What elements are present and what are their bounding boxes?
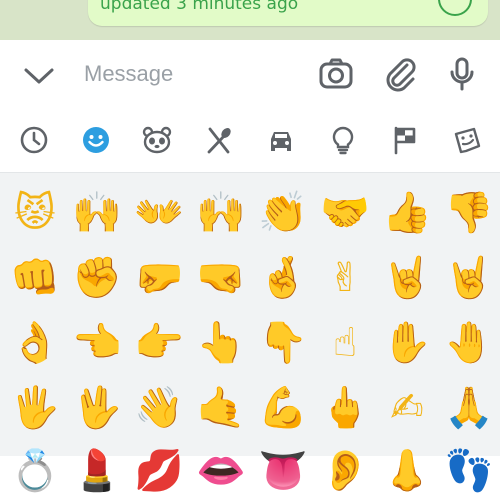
emoji-cell[interactable]: 🙌 — [66, 181, 128, 245]
message-input-bar: Message — [0, 40, 500, 110]
message-status-text: updated 3 minutes ago — [100, 0, 299, 14]
emoji-cell[interactable]: 👇 — [252, 311, 314, 375]
emoji-cell[interactable]: 🤞 — [252, 246, 314, 310]
emoji-cell[interactable]: 🖕 — [314, 376, 376, 440]
emoji-cell[interactable]: 💋 — [128, 439, 190, 503]
emoji-cell[interactable]: 💄 — [66, 439, 128, 503]
emoji-cell[interactable]: 👅 — [252, 439, 314, 503]
fork-spoon-icon[interactable] — [204, 125, 234, 155]
emoji-cell[interactable]: 👏 — [252, 181, 314, 245]
emoji-cell[interactable]: 🤛 — [128, 246, 190, 310]
emoji-cell[interactable]: 👃 — [376, 439, 438, 503]
emoji-cell[interactable]: 👆 — [190, 311, 252, 375]
emoji-cell[interactable]: 👉 — [128, 311, 190, 375]
emoji-cell[interactable]: 🤝 — [314, 181, 376, 245]
chevron-down-icon[interactable] — [22, 62, 56, 88]
emoji-cell[interactable]: 🙏 — [438, 376, 500, 440]
emoji-cell[interactable]: ☝ — [314, 311, 376, 375]
emoji-cell[interactable]: ✍ — [376, 376, 438, 440]
sticker-icon[interactable] — [452, 125, 482, 155]
emoji-cell[interactable]: 👈 — [66, 311, 128, 375]
car-icon[interactable] — [266, 125, 296, 155]
emoji-cell[interactable]: 👄 — [190, 439, 252, 503]
emoji-cell[interactable]: 👍 — [376, 181, 438, 245]
message-input[interactable]: Message — [84, 61, 173, 87]
emoji-cell[interactable]: 👋 — [128, 376, 190, 440]
flag-icon[interactable] — [390, 125, 420, 155]
microphone-icon[interactable] — [444, 56, 480, 92]
emoji-cell[interactable]: 👎 — [438, 181, 500, 245]
emoji-cell[interactable]: 🤘 — [376, 246, 438, 310]
emoji-cell[interactable]: 🤚 — [438, 311, 500, 375]
emoji-cell[interactable]: 🖖 — [66, 376, 128, 440]
clock-icon[interactable] — [19, 125, 49, 155]
emoji-cell[interactable]: 👣 — [438, 439, 500, 503]
emoji-cell[interactable]: 💪 — [252, 376, 314, 440]
emoji-cell[interactable]: 👊 — [4, 246, 66, 310]
emoji-cell[interactable]: 💍 — [4, 439, 66, 503]
paperclip-icon[interactable] — [383, 56, 419, 92]
camera-icon[interactable] — [318, 56, 354, 92]
emoji-grid: 😾 🙌 👐 🙌 👏 🤝 👍 👎 👊 ✊ 🤛 🤜 🤞 ✌ 🤘 🤘 👌 👈 👉 👆 👇 ☝ ✋ 🤚 🖐 🖖 👋 🤙 💪 🖕 ✍ 🙏 💍 💄 💋 👄 👅 👂 👃 👣 — [0, 173, 500, 494]
emoji-cell[interactable]: 🤙 — [190, 376, 252, 440]
panda-icon[interactable] — [142, 125, 172, 155]
chat-area: updated 3 minutes ago — [0, 0, 500, 40]
emoji-cell[interactable]: ✊ — [66, 246, 128, 310]
emoji-cell[interactable]: 👐 — [128, 181, 190, 245]
emoji-cell[interactable]: 🖐 — [4, 376, 66, 440]
smiley-icon[interactable] — [81, 125, 111, 155]
emoji-cell[interactable]: ✋ — [376, 311, 438, 375]
emoji-category-bar — [0, 110, 500, 173]
emoji-cell[interactable]: ✌ — [314, 246, 376, 310]
emoji-cell[interactable]: 🤜 — [190, 246, 252, 310]
emoji-cell[interactable]: 🙌 — [190, 181, 252, 245]
emoji-cell[interactable]: 🤘 — [438, 246, 500, 310]
emoji-cell[interactable]: 👌 — [4, 311, 66, 375]
emoji-cell[interactable]: 😾 — [4, 181, 66, 245]
lightbulb-icon[interactable] — [328, 125, 358, 155]
emoji-cell[interactable]: 👂 — [314, 439, 376, 503]
